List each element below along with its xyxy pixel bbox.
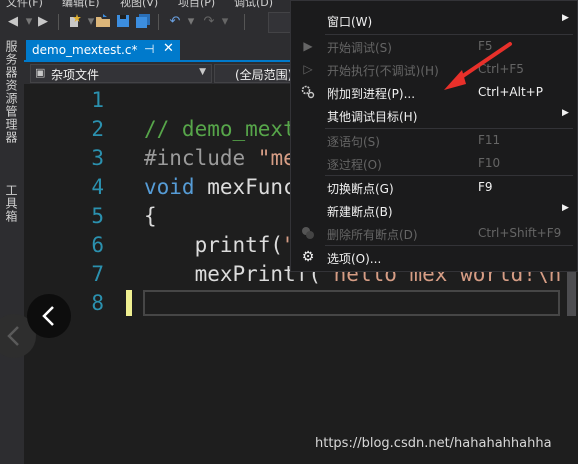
previous-image-button[interactable]: [27, 294, 71, 338]
line-number: 3: [91, 146, 104, 170]
menu-item-label: 逐语句(S): [327, 135, 380, 149]
project-scope-value: 杂项文件: [51, 68, 100, 82]
solution-config-combo[interactable]: [268, 12, 292, 33]
current-line-highlight: [143, 290, 560, 316]
line-number: 5: [91, 204, 104, 228]
toolbar-separator: [244, 14, 245, 30]
code-token: #include: [144, 146, 258, 170]
code-line-printf: printf(": [144, 233, 296, 257]
menu-item-step-over[interactable]: 逐过程(O) F10: [291, 152, 577, 175]
code-token: void: [144, 175, 195, 199]
menu-item-label: 选项(O)...: [327, 252, 382, 266]
menu-item-start-without-debugging[interactable]: ▷ 开始执行(不调试)(H) Ctrl+F5: [291, 58, 577, 81]
line-number: 7: [91, 262, 104, 286]
save-all-icon[interactable]: [134, 12, 152, 30]
menu-item-delete-all-breakpoints[interactable]: 删除所有断点(D) Ctrl+Shift+F9: [291, 222, 577, 245]
code-token: mexFunc: [194, 175, 296, 199]
menu-item-label: 开始调试(S): [327, 41, 392, 55]
tab-demo-mextest[interactable]: demo_mextest.c* ⊣ ✕: [26, 40, 180, 60]
menu-item-new-breakpoint[interactable]: 新建断点(B) ▶: [291, 199, 577, 222]
submenu-arrow-icon: ▶: [562, 108, 569, 118]
dropdown-arrow-icon[interactable]: ▾: [216, 12, 234, 30]
menu-item-label: 切换断点(G): [327, 182, 394, 196]
scrollbar-thumb[interactable]: [567, 272, 576, 316]
menu-item-options[interactable]: ⚙ 选项(O)...: [291, 246, 577, 269]
code-token: printf(: [144, 233, 284, 257]
code-line-include: #include "me: [144, 146, 296, 170]
play-icon: ▶: [303, 39, 313, 53]
server-explorer-tab[interactable]: 服务器资源管理器: [4, 40, 20, 144]
submenu-arrow-icon: ▶: [562, 203, 569, 213]
menu-item-label: 附加到进程(P)...: [327, 87, 416, 101]
toolbar-separator: [158, 14, 159, 30]
toolbar-separator: [58, 14, 59, 30]
chevron-left-icon: [42, 306, 54, 326]
menu-item-shortcut: F9: [478, 180, 493, 194]
open-folder-icon[interactable]: [94, 12, 112, 30]
toolbox-tab[interactable]: 工具箱: [4, 184, 20, 223]
menu-item-label: 逐过程(O): [327, 158, 382, 172]
breakpoints-icon: [301, 226, 315, 240]
chevron-down-icon: ▼: [199, 67, 206, 77]
line-number: 4: [91, 175, 104, 199]
side-tab-strip: 服务器资源管理器 工具箱: [0, 36, 25, 464]
play-outline-icon: ▷: [303, 62, 313, 76]
code-line-comment: // demo_mext: [144, 117, 296, 141]
close-icon[interactable]: ✕: [163, 41, 174, 56]
save-icon[interactable]: [114, 12, 132, 30]
code-line-function: void mexFunc: [144, 175, 296, 199]
watermark-url: https://blog.csdn.net/hahahahhahha: [315, 436, 552, 451]
menu-item-label: 开始执行(不调试)(H): [327, 64, 439, 78]
submenu-arrow-icon: ▶: [562, 13, 569, 23]
dropdown-arrow-icon[interactable]: ▾: [182, 12, 200, 30]
menu-item-label: 窗口(W): [327, 15, 373, 29]
menu-item-label: 删除所有断点(D): [327, 228, 418, 242]
line-number: 6: [91, 233, 104, 257]
menu-item-attach-to-process[interactable]: 附加到进程(P)... Ctrl+Alt+P: [291, 81, 577, 104]
file-icon: ▣: [35, 66, 46, 79]
attach-gear-icon: [301, 85, 315, 99]
menu-item-step-into[interactable]: 逐语句(S) F11: [291, 129, 577, 152]
menu-item-shortcut: F11: [478, 133, 501, 147]
line-number: 1: [91, 88, 104, 112]
tab-title: demo_mextest.c*: [32, 43, 138, 57]
line-number: 2: [91, 117, 104, 141]
unsaved-change-marker: [126, 290, 132, 316]
red-annotation-arrow-icon: [444, 42, 512, 90]
pin-icon[interactable]: ⊣: [144, 42, 154, 56]
menu-item-shortcut: Ctrl+Shift+F9: [478, 226, 562, 240]
member-scope-value: (全局范围): [235, 68, 293, 82]
forward-nav-icon[interactable]: ▶: [34, 12, 52, 30]
menu-item-label: 新建断点(B): [327, 205, 393, 219]
code-line-brace: {: [144, 204, 157, 228]
menu-item-shortcut: F10: [478, 156, 501, 170]
menu-item-label: 其他调试目标(H): [327, 110, 418, 124]
gear-icon: ⚙: [301, 249, 315, 265]
menu-item-window[interactable]: 窗口(W) ▶: [291, 9, 577, 32]
menu-item-toggle-breakpoint[interactable]: 切换断点(G) F9: [291, 176, 577, 199]
menu-item-start-debugging[interactable]: ▶ 开始调试(S) F5: [291, 35, 577, 58]
debug-menu-dropdown: 窗口(W) ▶ ▶ 开始调试(S) F5 ▷ 开始执行(不调试)(H) Ctrl…: [290, 0, 578, 272]
menu-item-other-debug-targets[interactable]: 其他调试目标(H) ▶: [291, 104, 577, 127]
project-scope-dropdown[interactable]: ▣ 杂项文件 ▼: [30, 64, 212, 83]
